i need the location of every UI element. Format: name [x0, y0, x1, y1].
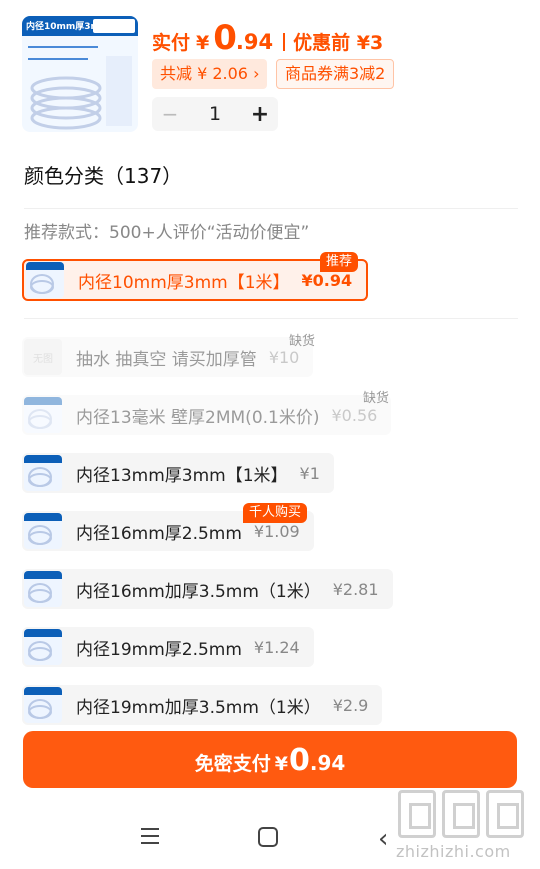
watermark-logo-icon	[486, 790, 524, 838]
variant-price: ¥2.9	[332, 695, 369, 715]
final-price-integer: 0	[213, 18, 237, 58]
recommend-badge: 推荐	[320, 252, 359, 272]
out-of-stock-badge: 缺货	[363, 391, 390, 406]
watermark-text: zhizhizhi.com	[396, 842, 511, 861]
divider	[24, 208, 518, 209]
variant-label: 内径19mm厚2.5mm	[76, 639, 242, 660]
hose-coil-illustration	[28, 46, 132, 130]
variant-option-6[interactable]: 内径16mm加厚3.5mm（1米） ¥2.81	[22, 569, 393, 609]
pay-button[interactable]: 免密支付 ¥ 0 .94	[23, 731, 517, 788]
variant-thumbnail	[24, 687, 62, 723]
hot-seller-badge: 千人购买	[243, 503, 308, 523]
pay-button-amount-decimal: .94	[309, 751, 346, 775]
pay-button-label: 免密支付	[194, 753, 271, 775]
currency-symbol: ¥	[196, 32, 210, 54]
menu-icon[interactable]	[141, 828, 159, 849]
variant-label: 内径13毫米 壁厚2MM(0.1米价)	[76, 407, 320, 428]
variant-price: ¥0.94	[301, 270, 353, 290]
variant-thumbnail	[24, 513, 62, 549]
variant-thumbnail	[24, 571, 62, 607]
variant-price: ¥1.09	[253, 521, 300, 541]
variant-option-4[interactable]: 内径13mm厚3mm【1米】 ¥1	[22, 453, 334, 493]
price-row: 实付 ¥ 0 .94 优惠前 ¥3	[152, 18, 383, 58]
increase-button[interactable]: +	[242, 102, 278, 127]
total-saving-chip[interactable]: 共减 ¥ 2.06 ›	[152, 59, 268, 89]
home-icon[interactable]	[258, 827, 278, 847]
price-divider	[283, 33, 286, 51]
variant-thumbnail	[24, 629, 62, 665]
back-icon[interactable]: ‹	[378, 824, 388, 854]
product-thumbnail[interactable]: 内径10mm厚3mm	[22, 16, 138, 132]
no-image-text: 无图	[33, 354, 53, 365]
no-image-thumbnail: 无图	[24, 339, 62, 375]
variant-label: 内径19mm加厚3.5mm（1米）	[76, 697, 321, 718]
watermark-logo-icon	[442, 790, 480, 838]
variant-option-7[interactable]: 内径19mm厚2.5mm ¥1.24	[22, 627, 314, 667]
decrease-button[interactable]: −	[152, 102, 188, 126]
variant-label: 内径16mm厚2.5mm	[76, 523, 242, 544]
price-before-discount: 优惠前 ¥3	[293, 32, 384, 54]
watermark-logo-icon	[398, 790, 436, 838]
variant-option-1[interactable]: 内径10mm厚3mm【1米】 ¥0.94	[22, 259, 369, 301]
variant-thumbnail	[24, 397, 62, 433]
recommend-line: 推荐款式：500+人评价“活动价便宜”	[24, 223, 310, 243]
quantity-value[interactable]: 1	[188, 103, 242, 125]
variant-price: ¥0.56	[331, 405, 378, 425]
variant-option-8[interactable]: 内径19mm加厚3.5mm（1米） ¥2.9	[22, 685, 383, 725]
out-of-stock-badge: 缺货	[289, 334, 316, 349]
pay-button-amount-integer: 0	[288, 743, 310, 778]
variant-thumbnail	[26, 262, 64, 298]
variant-price: ¥10	[268, 347, 300, 367]
variant-price: ¥1.24	[253, 637, 300, 657]
variant-option-3[interactable]: 内径13毫米 壁厚2MM(0.1米价) ¥0.56	[22, 395, 392, 435]
divider	[24, 318, 518, 319]
watermark: zhizhizhi.com	[394, 790, 534, 865]
pay-button-currency: ¥	[274, 753, 288, 775]
variant-price: ¥2.81	[332, 579, 379, 599]
final-price-label: 实付	[152, 32, 191, 54]
variant-option-2[interactable]: 无图 抽水 抽真空 请买加厚管 ¥10	[22, 337, 314, 377]
variants-title: 颜色分类（137）	[24, 164, 183, 188]
variant-label: 内径16mm加厚3.5mm（1米）	[76, 581, 321, 602]
variant-price: ¥1	[299, 463, 320, 483]
final-price-decimal: .94	[235, 30, 274, 54]
variant-label: 抽水 抽真空 请买加厚管	[76, 349, 257, 370]
coupon-chip[interactable]: 商品券满3减2	[276, 59, 395, 89]
variant-label: 内径13mm厚3mm【1米】	[76, 465, 288, 486]
variant-thumbnail	[24, 455, 62, 491]
quantity-stepper: − 1 +	[152, 97, 278, 131]
variant-label: 内径10mm厚3mm【1米】	[78, 272, 290, 293]
